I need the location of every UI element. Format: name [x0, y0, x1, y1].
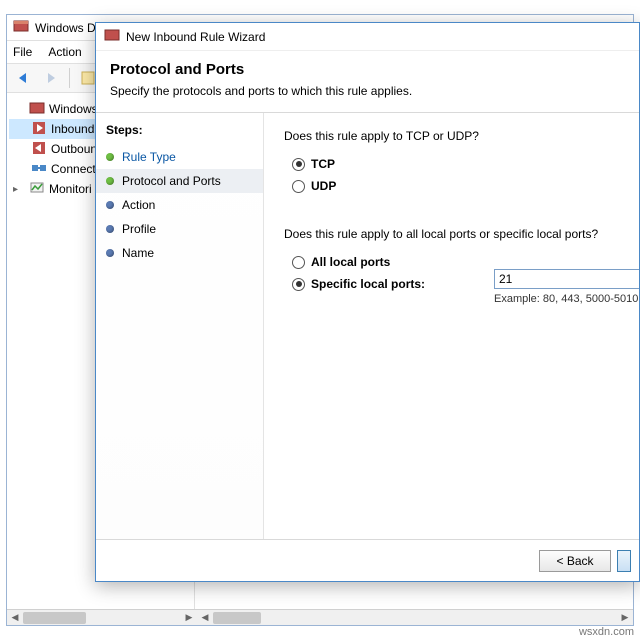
wizard-content: Does this rule apply to TCP or UDP? TCP … [264, 113, 639, 539]
radio-all-ports-label: All local ports [311, 255, 390, 269]
wizard-title: New Inbound Rule Wizard [126, 30, 265, 44]
back-button[interactable] [11, 66, 35, 90]
step-label: Action [122, 198, 155, 212]
wizard-footer: < Back [96, 539, 639, 581]
wizard-subheading: Specify the protocols and ports to which… [110, 84, 625, 98]
horizontal-scrollbar-left[interactable]: ◀ ▶ [7, 609, 197, 625]
tree-inbound-label: Inbound [51, 122, 94, 136]
forward-button[interactable] [39, 66, 63, 90]
scroll-right-icon[interactable]: ▶ [181, 610, 197, 625]
radio-icon[interactable] [292, 278, 305, 291]
specific-ports-input[interactable] [494, 269, 639, 289]
toolbar-divider [69, 68, 70, 88]
step-pending-icon [106, 225, 114, 233]
inbound-rule-wizard: New Inbound Rule Wizard Protocol and Por… [95, 22, 640, 582]
radio-udp[interactable]: UDP [292, 175, 619, 197]
step-label: Name [122, 246, 154, 260]
wizard-app-icon [104, 27, 120, 46]
step-protocol-ports[interactable]: Protocol and Ports [96, 169, 263, 193]
radio-specific-ports-label: Specific local ports: [311, 277, 425, 291]
expand-icon[interactable]: ▸ [13, 184, 25, 195]
step-done-icon [106, 153, 114, 161]
step-rule-type[interactable]: Rule Type [106, 145, 253, 169]
radio-tcp-label: TCP [311, 157, 335, 171]
firewall-app-icon [13, 18, 29, 37]
tree-connection-label: Connect [51, 162, 96, 176]
steps-label: Steps: [106, 123, 253, 137]
scroll-left-icon[interactable]: ◀ [197, 610, 213, 625]
scroll-left-icon[interactable]: ◀ [7, 610, 23, 625]
step-pending-icon [106, 249, 114, 257]
watermark: wsxdn.com [579, 626, 634, 638]
step-label: Profile [122, 222, 156, 236]
firewall-app-icon [29, 100, 45, 119]
step-profile[interactable]: Profile [106, 217, 253, 241]
step-pending-icon [106, 201, 114, 209]
ports-question: Does this rule apply to all local ports … [284, 227, 619, 241]
next-button-edge[interactable] [617, 550, 631, 572]
step-active-icon [106, 177, 114, 185]
step-label: Rule Type [122, 150, 176, 164]
radio-udp-label: UDP [311, 179, 336, 193]
back-button-label: < Back [556, 554, 593, 568]
tree-monitoring-label: Monitori [49, 182, 92, 196]
menu-file[interactable]: File [13, 45, 32, 59]
outbound-icon [31, 140, 47, 159]
radio-icon[interactable] [292, 180, 305, 193]
connection-icon [31, 160, 47, 179]
menu-action[interactable]: Action [48, 45, 81, 59]
monitoring-icon [29, 180, 45, 199]
wizard-titlebar: New Inbound Rule Wizard [96, 23, 639, 51]
radio-icon[interactable] [292, 256, 305, 269]
radio-icon[interactable] [292, 158, 305, 171]
scroll-right-icon[interactable]: ▶ [617, 610, 633, 625]
radio-tcp[interactable]: TCP [292, 153, 619, 175]
wizard-heading: Protocol and Ports [110, 61, 625, 78]
step-action[interactable]: Action [106, 193, 253, 217]
ports-example: Example: 80, 443, 5000-5010 [494, 293, 638, 305]
protocol-question: Does this rule apply to TCP or UDP? [284, 129, 619, 143]
tree-outbound-label: Outboun [51, 142, 97, 156]
inbound-icon [31, 120, 47, 139]
horizontal-scrollbar-right[interactable]: ◀ ▶ [197, 609, 633, 625]
wizard-header: Protocol and Ports Specify the protocols… [96, 51, 639, 113]
step-name[interactable]: Name [106, 241, 253, 265]
wizard-steps: Steps: Rule Type Protocol and Ports Acti… [96, 113, 264, 539]
back-button[interactable]: < Back [539, 550, 611, 572]
step-label: Protocol and Ports [122, 174, 221, 188]
